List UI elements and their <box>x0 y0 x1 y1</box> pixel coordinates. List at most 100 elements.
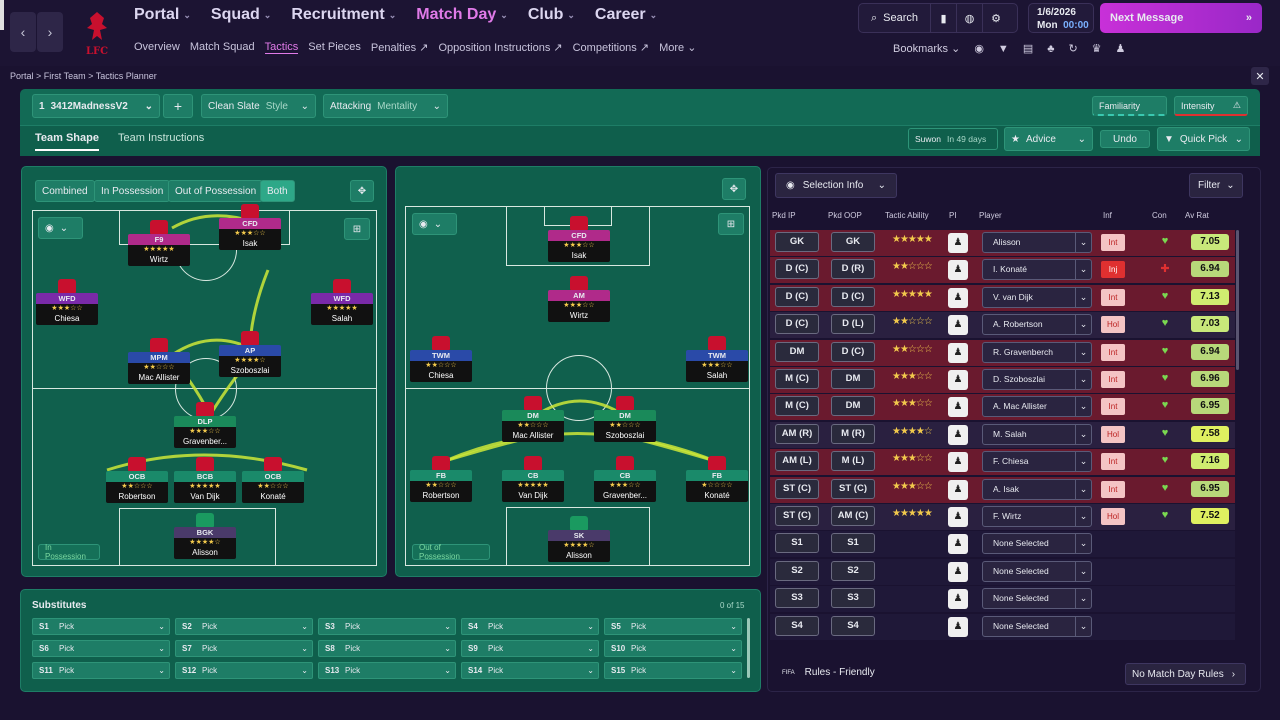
next-message-button[interactable]: Next Message » <box>1100 3 1262 33</box>
player-instructions-button[interactable]: ♟ <box>948 424 968 445</box>
player-card[interactable]: FB ★★☆☆☆ Robertson <box>410 470 472 502</box>
player-card[interactable]: WFD ★★★★★ Salah <box>311 293 373 325</box>
position-ip-button[interactable]: ST (C) <box>775 506 819 526</box>
selection-header[interactable]: Tactic Ability <box>885 211 929 220</box>
visibility-toggle-oop[interactable]: ◉ ⌄ <box>412 213 457 235</box>
substitute-slot[interactable]: S6 Pick ⌄ <box>32 640 170 657</box>
nav-item[interactable]: Club ⌄ <box>528 6 575 24</box>
player-card[interactable]: BGK ★★★★☆ Alisson <box>174 527 236 559</box>
player-instructions-button[interactable]: ♟ <box>948 534 968 555</box>
position-ip-button[interactable]: M (C) <box>775 396 819 417</box>
position-oop-button[interactable]: M (L) <box>831 451 875 472</box>
player-card[interactable]: CFD ★★★☆☆ Isak <box>219 218 281 250</box>
position-ip-button[interactable]: GK <box>775 232 819 252</box>
selection-row[interactable]: DM D (C) ★★☆☆☆ ♟ R. Gravenberch ⌄ Int ♥ 6.94 <box>770 339 1235 366</box>
substitutes-scrollbar[interactable] <box>747 618 750 678</box>
substitute-slot[interactable]: S9 Pick ⌄ <box>461 640 599 657</box>
subnav-item[interactable]: Penalties ↗ <box>371 41 429 54</box>
position-oop-button[interactable]: AM (C) <box>831 506 875 526</box>
substitute-slot[interactable]: S4 Pick ⌄ <box>461 618 599 635</box>
selection-header[interactable]: Pkd OOP <box>828 211 862 220</box>
close-button[interactable]: ✕ <box>1251 67 1269 85</box>
player-instructions-button[interactable]: ♟ <box>948 452 968 473</box>
player-dropdown[interactable]: D. Szoboszlai ⌄ <box>982 369 1092 390</box>
substitute-slot[interactable]: S3 Pick ⌄ <box>318 618 456 635</box>
player-card[interactable]: OCB ★★☆☆☆ Konaté <box>242 471 304 503</box>
breadcrumb-portal[interactable]: Portal <box>10 71 34 81</box>
substitute-slot[interactable]: S12 Pick ⌄ <box>175 662 313 679</box>
player-card[interactable]: CB ★★★★★ Van Dijk <box>502 470 564 502</box>
filter-dropdown[interactable]: Filter ⌄ <box>1189 173 1243 198</box>
match-day-rules-button[interactable]: No Match Day Rules › <box>1125 663 1246 685</box>
player-card[interactable]: AM ★★★☆☆ Wirtz <box>548 290 610 322</box>
selection-header[interactable]: Player <box>979 211 1002 220</box>
player-dropdown[interactable]: I. Konaté ⌄ <box>982 259 1092 281</box>
position-ip-button[interactable]: D (C) <box>775 314 819 335</box>
position-ip-button[interactable]: AM (R) <box>775 423 819 444</box>
player-dropdown[interactable]: None Selected ⌄ <box>982 533 1092 555</box>
subnav-item[interactable]: Overview <box>134 41 180 54</box>
substitute-slot[interactable]: S5 Pick ⌄ <box>604 618 742 635</box>
player-dropdown[interactable]: M. Salah ⌄ <box>982 423 1092 445</box>
substitute-slot[interactable]: S7 Pick ⌄ <box>175 640 313 657</box>
player-card[interactable]: CFD ★★★☆☆ Isak <box>548 230 610 262</box>
substitute-slot[interactable]: S2 Pick ⌄ <box>175 618 313 635</box>
forward-button[interactable]: › <box>37 12 63 52</box>
player-instructions-button[interactable]: ♟ <box>948 479 968 500</box>
player-card[interactable]: CB ★★★☆☆ Gravenber... <box>594 470 656 502</box>
player-instructions-button[interactable]: ♟ <box>948 616 968 637</box>
substitute-slot[interactable]: S14 Pick ⌄ <box>461 662 599 679</box>
selection-row[interactable]: D (C) D (L) ★★☆☆☆ ♟ A. Robertson ⌄ Hol ♥ 7.03 <box>770 312 1235 339</box>
selection-row[interactable]: D (C) D (R) ★★☆☆☆ ♟ I. Konaté ⌄ Inj ✚ 6.94 <box>770 257 1235 284</box>
selection-row[interactable]: S4 S4 ♟ None Selected ⌄ <box>770 613 1235 640</box>
position-ip-button[interactable]: AM (L) <box>775 451 819 472</box>
position-oop-button[interactable]: D (L) <box>831 314 875 335</box>
back-button[interactable]: ‹ <box>10 12 36 52</box>
position-oop-button[interactable]: D (C) <box>831 286 875 307</box>
player-instructions-button[interactable]: ♟ <box>948 260 968 281</box>
selection-row[interactable]: S1 S1 ♟ None Selected ⌄ <box>770 531 1235 558</box>
tab-team-instructions[interactable]: Team Instructions <box>118 132 204 144</box>
selection-header[interactable]: PI <box>949 211 957 220</box>
position-oop-button[interactable]: M (R) <box>831 423 875 444</box>
add-tactic-button[interactable]: + <box>163 94 193 118</box>
player-instructions-button[interactable]: ♟ <box>948 589 968 610</box>
position-oop-button[interactable]: D (C) <box>831 341 875 362</box>
player-instructions-button[interactable]: ♟ <box>948 370 968 390</box>
nav-item[interactable]: Match Day ⌄ <box>416 6 508 24</box>
selection-row[interactable]: AM (R) M (R) ★★★★☆ ♟ M. Salah ⌄ Hol ♥ 7.58 <box>770 421 1235 448</box>
player-instructions-button[interactable]: ♟ <box>948 233 968 253</box>
gear-icon[interactable]: ⚙ <box>983 4 1009 32</box>
player-card[interactable]: TWM ★★★☆☆ Salah <box>686 350 748 382</box>
scrollbar[interactable] <box>1236 230 1239 370</box>
subnav-item[interactable]: Tactics <box>264 41 299 54</box>
substitute-slot[interactable]: S11 Pick ⌄ <box>32 662 170 679</box>
quick-pick-button[interactable]: ▼ Quick Pick ⌄ <box>1157 127 1250 151</box>
club-crest[interactable]: LFC <box>72 4 122 62</box>
breadcrumb-first-team[interactable]: First Team <box>44 71 86 81</box>
player-card[interactable]: SK ★★★★☆ Alisson <box>548 530 610 562</box>
player-card[interactable]: BCB ★★★★★ Van Dijk <box>174 471 236 503</box>
bookmarks-dropdown[interactable]: Bookmarks ⌄ <box>893 42 960 55</box>
player-card[interactable]: DM ★★☆☆☆ Szoboszlai <box>594 410 656 442</box>
visibility-toggle[interactable]: ◉ ⌄ <box>38 217 83 239</box>
formation-grid-button[interactable]: ⊞ <box>344 218 370 240</box>
position-oop-button[interactable]: ST (C) <box>831 478 875 499</box>
selection-row[interactable]: M (C) DM ★★★☆☆ ♟ D. Szoboszlai ⌄ Int ♥ 6.96 <box>770 367 1235 393</box>
tactic-selector[interactable]: 1 3412MadnessV2 ⌄ <box>32 94 160 118</box>
position-ip-button[interactable]: ST (C) <box>775 478 819 499</box>
formation-grid-button-oop[interactable]: ⊞ <box>718 213 744 235</box>
selection-row[interactable]: ST (C) ST (C) ★★★☆☆ ♟ A. Isak ⌄ Int ♥ 6.95 <box>770 476 1235 503</box>
substitute-slot[interactable]: S1 Pick ⌄ <box>32 618 170 635</box>
bookmark-icon[interactable]: ▮ <box>931 4 958 32</box>
position-ip-button[interactable]: S3 <box>775 588 819 609</box>
subnav-item[interactable]: More ⌄ <box>659 41 696 54</box>
position-ip-button[interactable]: DM <box>775 341 819 362</box>
position-ip-button[interactable]: D (C) <box>775 286 819 307</box>
selection-header[interactable]: Pkd IP <box>772 211 796 220</box>
player-dropdown[interactable]: A. Mac Allister ⌄ <box>982 396 1092 418</box>
intensity-button[interactable]: Intensity ⚠ <box>1174 96 1248 116</box>
player-dropdown[interactable]: A. Isak ⌄ <box>982 478 1092 500</box>
phase-toggle-option[interactable]: Combined <box>35 180 95 202</box>
undo-button[interactable]: Undo <box>1100 130 1150 148</box>
